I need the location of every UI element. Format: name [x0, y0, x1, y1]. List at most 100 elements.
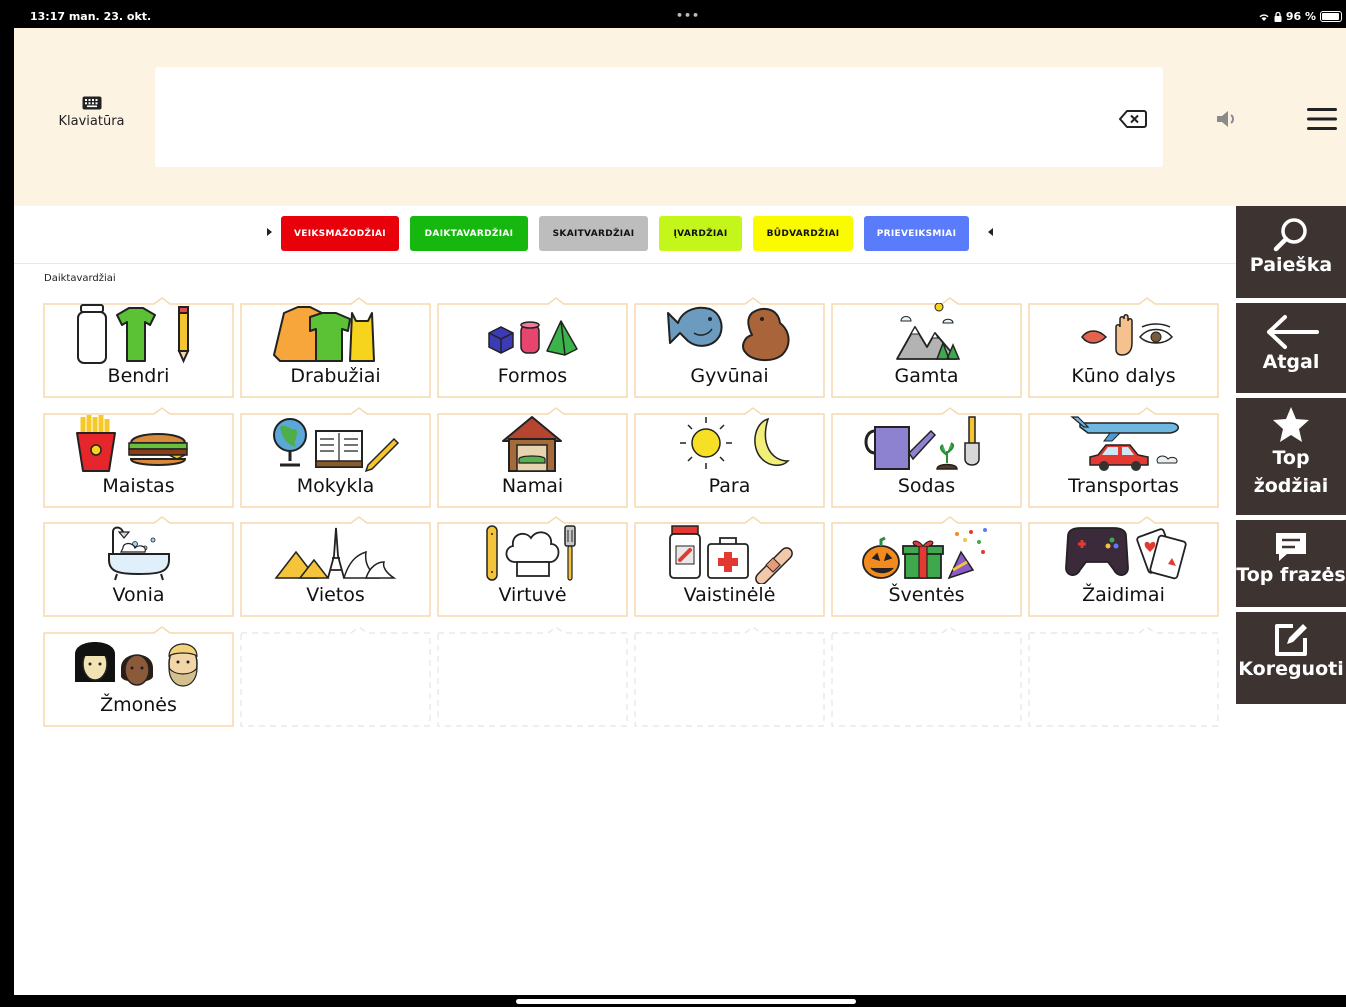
tile-label: Gamta — [894, 365, 959, 387]
star-icon — [1273, 407, 1309, 442]
school-icon — [273, 418, 400, 473]
tile-sodas[interactable]: Sodas — [831, 407, 1022, 508]
keyboard-icon — [82, 96, 101, 110]
tile-virtuve[interactable]: Virtuvė — [437, 516, 628, 617]
tile-para[interactable]: Para — [634, 407, 825, 508]
message-bar: Klaviatūra — [14, 28, 1346, 206]
tile-kuno-dalys[interactable]: Kūno dalys — [1028, 297, 1219, 398]
multitasking-dots[interactable]: ••• — [676, 9, 700, 22]
empty-tile — [1028, 626, 1219, 727]
tab-ivardziai[interactable]: ĮVARDŽIAI — [659, 216, 742, 251]
status-time-date: 13:17 man. 23. okt. — [30, 10, 152, 23]
tile-zmones[interactable]: Žmonės — [43, 626, 234, 727]
kitchen-icon — [486, 525, 576, 581]
tile-transportas[interactable]: Transportas — [1028, 407, 1219, 508]
tile-gyvunai[interactable]: Gyvūnai — [634, 297, 825, 398]
arrow-left-icon — [1267, 315, 1319, 349]
body-parts-icon — [1081, 314, 1174, 356]
tile-label: Vietos — [306, 584, 365, 606]
search-button[interactable]: Paieška — [1236, 206, 1346, 298]
tab-label: VEIKSMAŽODŽIAI — [294, 228, 386, 239]
word-class-tabs: VEIKSMAŽODŽIAI DAIKTAVARDŽIAI SKAITVARDŽ… — [14, 206, 1236, 264]
tab-skaitvardziai[interactable]: SKAITVARDŽIAI — [539, 216, 648, 251]
keyboard-label: Klaviatūra — [58, 114, 125, 129]
tile-bendri[interactable]: Bendri — [43, 297, 234, 398]
people-icon — [75, 642, 198, 687]
tile-label: Vaistinėlė — [683, 584, 776, 606]
tile-label: Gyvūnai — [690, 365, 769, 387]
tile-maistas[interactable]: Maistas — [43, 407, 234, 508]
tile-label: Vonia — [112, 584, 165, 606]
tile-label: Virtuvė — [498, 584, 567, 606]
speech-bubble-icon — [1276, 533, 1306, 561]
tab-prieveiksmiai[interactable]: PRIEVEIKSMIAI — [864, 216, 969, 251]
hamburger-menu-icon[interactable] — [1306, 106, 1338, 132]
tile-label: Drabužiai — [290, 365, 381, 387]
tile-vonia[interactable]: Vonia — [43, 516, 234, 617]
tab-budvardziai[interactable]: BŪDVARDŽIAI — [753, 216, 853, 251]
tabs-scroll-right-icon[interactable] — [267, 228, 272, 236]
tile-label: Para — [708, 475, 751, 497]
search-icon — [1273, 218, 1307, 252]
search-label: Paieška — [1249, 254, 1333, 276]
tile-formos[interactable]: Formos — [437, 297, 628, 398]
home-indicator[interactable] — [516, 999, 856, 1004]
battery-percent: 96 % — [1285, 10, 1316, 23]
tile-vietos[interactable]: Vietos — [240, 516, 431, 617]
tile-vaistinele[interactable]: Vaistinėlė — [634, 516, 825, 617]
tile-label: Šventės — [888, 584, 965, 606]
tile-label: Bendri — [107, 365, 170, 387]
transport-icon — [1070, 416, 1179, 471]
shapes-icon — [488, 320, 578, 356]
tile-label: Žmonės — [100, 694, 177, 716]
tile-label: Mokykla — [296, 475, 375, 497]
holidays-icon — [862, 528, 987, 580]
tab-label: BŪDVARDŽIAI — [766, 228, 840, 239]
back-label: Atgal — [1262, 351, 1320, 373]
empty-tile-outline — [634, 626, 825, 727]
tabs-scroll-left-icon[interactable] — [988, 228, 993, 236]
empty-tile — [634, 626, 825, 727]
top-phrases-label: Top frazės — [1236, 564, 1346, 586]
tile-zaidimai[interactable]: Žaidimai — [1028, 516, 1219, 617]
tile-label: Namai — [501, 475, 564, 497]
food-icon — [76, 415, 188, 472]
garden-icon — [864, 416, 980, 470]
empty-tile-outline — [1028, 626, 1219, 727]
status-bar: 13:17 man. 23. okt. ••• 96 % — [14, 5, 1346, 28]
message-input[interactable] — [155, 67, 1163, 167]
edit-pencil-icon — [1275, 624, 1307, 656]
top-phrases-button[interactable]: Top frazės — [1236, 520, 1346, 607]
tile-gamta[interactable]: Gamta — [831, 297, 1022, 398]
empty-tile-outline — [240, 626, 431, 727]
house-icon — [502, 416, 562, 472]
tile-label: Sodas — [897, 475, 956, 497]
status-right: 96 % — [1258, 10, 1342, 23]
tile-label: Žaidimai — [1082, 584, 1165, 606]
tile-sventes[interactable]: Šventės — [831, 516, 1022, 617]
tile-mokykla[interactable]: Mokykla — [240, 407, 431, 508]
places-icon — [274, 527, 397, 579]
tab-label: ĮVARDŽIAI — [673, 228, 728, 239]
tab-daiktavardziai[interactable]: DAIKTAVARDŽIAI — [410, 216, 528, 251]
edit-button[interactable]: Koreguoti — [1236, 612, 1346, 704]
sun-moon-icon — [680, 417, 790, 469]
speaker-icon[interactable] — [1214, 108, 1240, 130]
keyboard-button[interactable]: Klaviatūra — [44, 96, 139, 129]
tab-label: DAIKTAVARDŽIAI — [424, 228, 514, 239]
tab-veiksmazodziai[interactable]: VEIKSMAŽODŽIAI — [281, 216, 399, 251]
backspace-icon[interactable] — [1118, 108, 1148, 130]
tile-label: Kūno dalys — [1071, 365, 1176, 387]
section-title: Daiktavardžiai — [44, 273, 116, 284]
empty-tile — [240, 626, 431, 727]
top-words-button[interactable]: Top žodžiai — [1236, 398, 1346, 515]
tab-label: SKAITVARDŽIAI — [552, 228, 635, 239]
empty-tile — [437, 626, 628, 727]
tile-namai[interactable]: Namai — [437, 407, 628, 508]
empty-tile-outline — [831, 626, 1022, 727]
back-button[interactable]: Atgal — [1236, 303, 1346, 393]
jar-shirt-pencil-icon — [77, 304, 190, 364]
top-words-label-2: žodžiai — [1253, 475, 1329, 497]
tile-drabuziai[interactable]: Drabužiai — [240, 297, 431, 398]
empty-tile — [831, 626, 1022, 727]
